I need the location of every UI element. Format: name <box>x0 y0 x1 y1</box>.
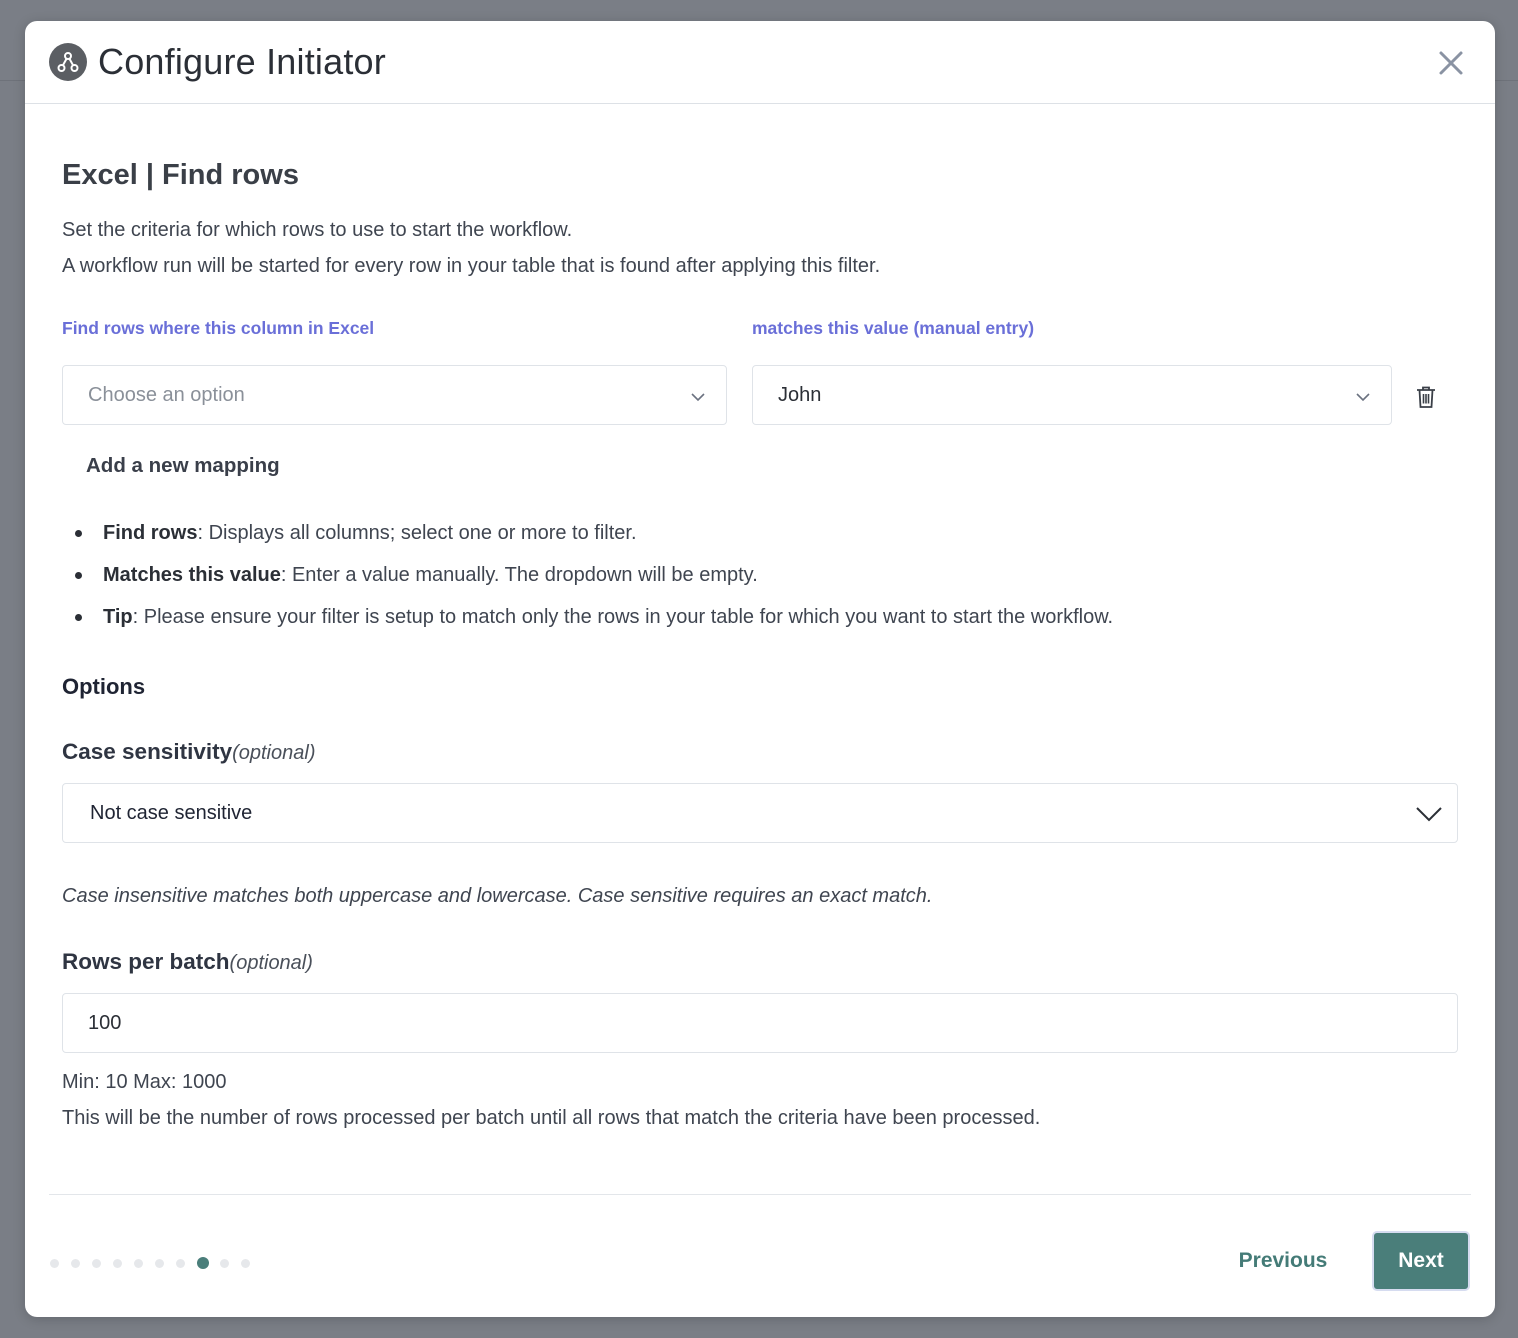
column-select-label: Find rows where this column in Excel <box>62 318 375 338</box>
workflow-nodes-icon <box>49 43 87 81</box>
step-dot[interactable] <box>71 1258 80 1268</box>
column-select[interactable]: Choose an option <box>62 365 727 425</box>
column-select-placeholder: Choose an option <box>88 383 245 406</box>
case-sensitivity-hint: Case insensitive matches both uppercase … <box>62 885 933 907</box>
rows-per-batch-label: Rows per batch(optional) <box>62 949 313 975</box>
help-term: Find rows <box>103 522 198 544</box>
step-dot-active[interactable] <box>197 1257 209 1269</box>
step-dot[interactable] <box>155 1258 164 1268</box>
configure-initiator-modal: Configure Initiator Excel | Find rows Se… <box>25 21 1495 1317</box>
rows-per-batch-input[interactable] <box>62 993 1458 1053</box>
step-dot[interactable] <box>176 1258 185 1268</box>
value-select-value: John <box>778 383 822 406</box>
chevron-down-icon <box>1355 388 1371 411</box>
close-icon[interactable] <box>1435 47 1467 79</box>
list-item: Find rows: Displays all columns; select … <box>62 519 1113 561</box>
help-text: : Enter a value manually. The dropdown w… <box>280 564 758 586</box>
case-sensitivity-label-text: Case sensitivity <box>62 739 233 764</box>
list-item: Matches this value: Enter a value manual… <box>62 561 1113 603</box>
section-title: Excel | Find rows <box>62 159 299 191</box>
optional-tag: (optional) <box>232 742 316 764</box>
rows-per-batch-label-text: Rows per batch <box>62 949 230 974</box>
chevron-down-icon <box>690 388 706 411</box>
value-select-label: matches this value (manual entry) <box>752 318 1035 338</box>
optional-tag: (optional) <box>229 952 313 974</box>
help-text: : Displays all columns; select one or mo… <box>197 522 637 544</box>
section-description-1: Set the criteria for which rows to use t… <box>62 219 573 241</box>
step-dot[interactable] <box>134 1258 143 1268</box>
help-term: Tip <box>103 606 133 628</box>
case-sensitivity-value: Not case sensitive <box>90 801 253 824</box>
step-dot[interactable] <box>113 1258 122 1268</box>
step-dot[interactable] <box>92 1258 101 1268</box>
previous-button[interactable]: Previous <box>1223 1231 1343 1291</box>
next-button[interactable]: Next <box>1372 1231 1470 1291</box>
section-description-2: A workflow run will be started for every… <box>62 255 881 277</box>
add-mapping-button[interactable]: Add a new mapping <box>86 454 280 478</box>
case-sensitivity-label: Case sensitivity(optional) <box>62 739 315 765</box>
help-list: Find rows: Displays all columns; select … <box>62 519 1113 645</box>
help-term: Matches this value <box>103 564 281 586</box>
modal-header: Configure Initiator <box>25 21 1495 104</box>
case-sensitivity-select[interactable]: Not case sensitive <box>62 783 1458 843</box>
options-heading: Options <box>62 674 146 699</box>
help-text: : Please ensure your filter is setup to … <box>132 606 1114 628</box>
list-item: Tip: Please ensure your filter is setup … <box>62 603 1113 645</box>
step-dot[interactable] <box>220 1258 229 1268</box>
footer-divider <box>49 1194 1471 1195</box>
batch-description: This will be the number of rows processe… <box>62 1107 1041 1129</box>
step-indicator <box>50 1257 262 1269</box>
modal-title: Configure Initiator <box>98 41 386 82</box>
value-select[interactable]: John <box>752 365 1392 425</box>
step-dot[interactable] <box>241 1258 250 1268</box>
step-dot[interactable] <box>50 1258 59 1268</box>
chevron-down-icon <box>1415 804 1443 830</box>
trash-icon[interactable] <box>1415 385 1437 414</box>
batch-minmax: Min: 10 Max: 1000 <box>62 1071 227 1093</box>
